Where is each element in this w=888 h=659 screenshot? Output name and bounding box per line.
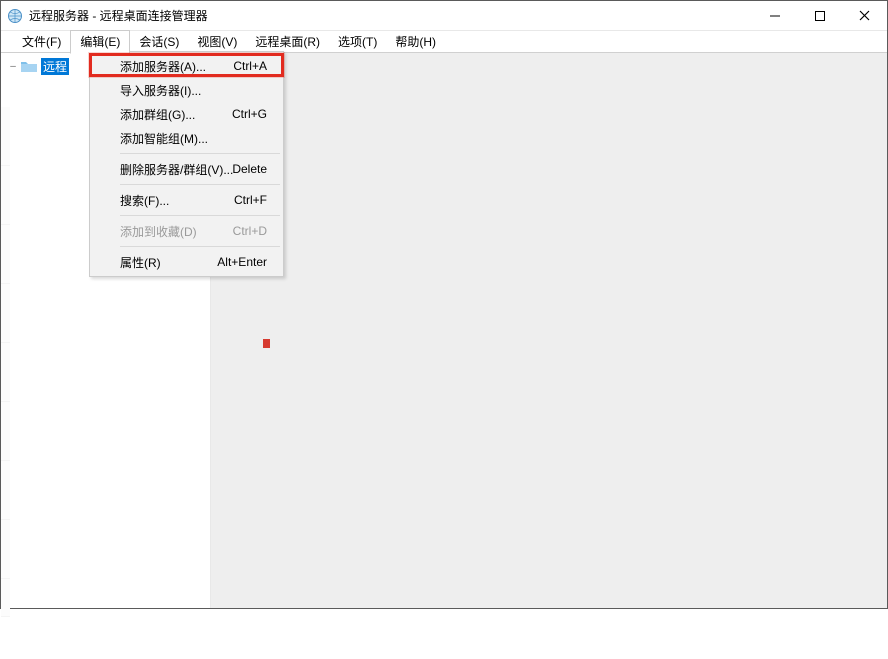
maximize-button[interactable]: [797, 1, 842, 31]
menu-delete-server-group[interactable]: 删除服务器/群组(V)... Delete: [92, 157, 281, 181]
window-title: 远程服务器 - 远程桌面连接管理器: [29, 7, 752, 24]
menu-file[interactable]: 文件(F): [13, 31, 70, 53]
menu-import-server[interactable]: 导入服务器(I)...: [92, 78, 281, 102]
red-marker: [263, 339, 270, 348]
app-icon: [7, 8, 23, 24]
menu-add-server[interactable]: 添加服务器(A)... Ctrl+A: [92, 54, 281, 78]
menubar: 文件(F) 编辑(E) 会话(S) 视图(V) 远程桌面(R) 选项(T) 帮助…: [1, 31, 887, 53]
menu-search[interactable]: 搜索(F)... Ctrl+F: [92, 188, 281, 212]
menu-remote-desktop[interactable]: 远程桌面(R): [246, 31, 329, 53]
menu-separator: [120, 246, 280, 247]
folder-icon: [21, 60, 37, 72]
titlebar: 远程服务器 - 远程桌面连接管理器: [1, 1, 887, 31]
edit-dropdown-menu: 添加服务器(A)... Ctrl+A 导入服务器(I)... 添加群组(G)..…: [89, 51, 284, 277]
menu-properties[interactable]: 属性(R) Alt+Enter: [92, 250, 281, 274]
menu-add-smartgroup[interactable]: 添加智能组(M)...: [92, 126, 281, 150]
tree-collapse-icon[interactable]: –: [7, 61, 19, 72]
tree-root-label: 远程: [41, 58, 69, 75]
menu-view[interactable]: 视图(V): [188, 31, 246, 53]
menu-edit[interactable]: 编辑(E): [70, 30, 130, 54]
menu-options[interactable]: 选项(T): [329, 31, 386, 53]
window-controls: [752, 1, 887, 31]
menu-separator: [120, 184, 280, 185]
menu-separator: [120, 215, 280, 216]
content-area: [211, 53, 887, 608]
menu-help[interactable]: 帮助(H): [386, 31, 445, 53]
menu-separator: [120, 153, 280, 154]
close-button[interactable]: [842, 1, 887, 31]
minimize-button[interactable]: [752, 1, 797, 31]
menu-add-group[interactable]: 添加群组(G)... Ctrl+G: [92, 102, 281, 126]
menu-add-favorite: 添加到收藏(D) Ctrl+D: [92, 219, 281, 243]
left-ghost-strip: [1, 107, 10, 659]
menu-session[interactable]: 会话(S): [130, 31, 188, 53]
